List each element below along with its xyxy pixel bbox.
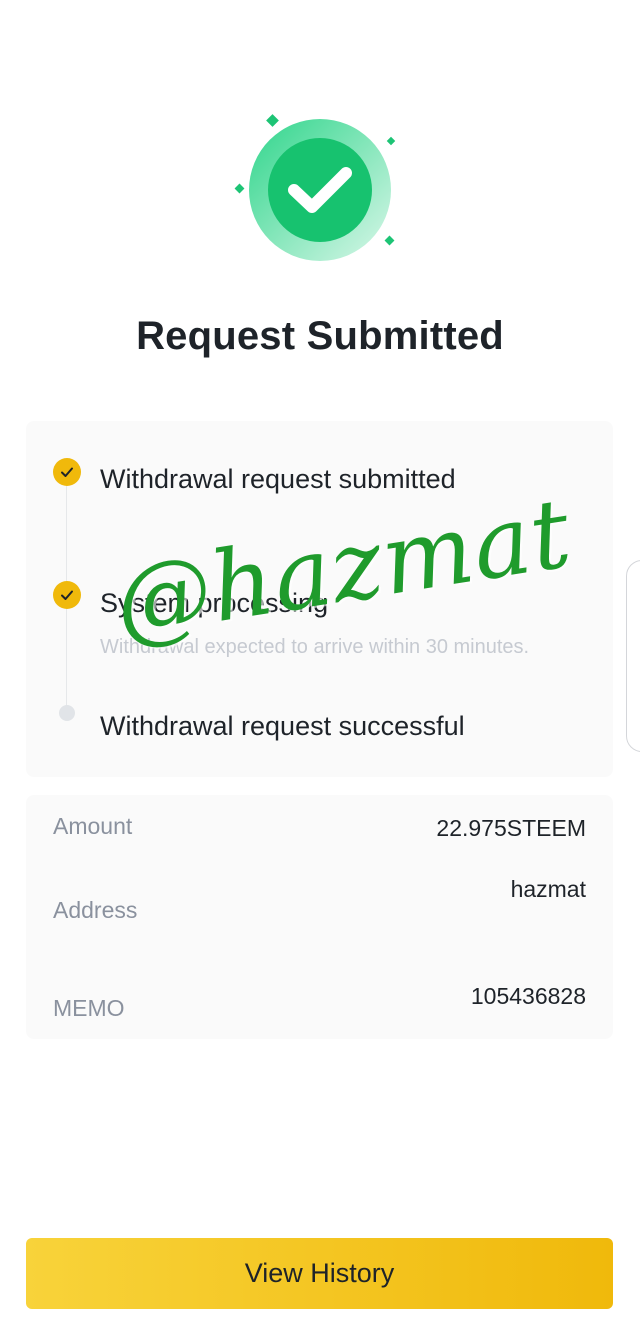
- floating-edge-handle[interactable]: [626, 560, 640, 752]
- withdrawal-details-card: Amount 22.975STEEM Address hazmat MEMO 1…: [26, 795, 613, 1039]
- amount-label: Amount: [53, 813, 133, 839]
- memo-label: MEMO: [53, 995, 125, 1021]
- withdrawal-progress-card: Withdrawal request submitted System proc…: [26, 421, 613, 777]
- page-title: Request Submitted: [136, 314, 504, 358]
- step-label-processing: System processing: [100, 588, 329, 618]
- step-done-check-icon: [53, 581, 81, 609]
- step-label-submitted: Withdrawal request submitted: [100, 464, 456, 494]
- success-check-icon: [230, 110, 410, 270]
- address-label: Address: [53, 897, 138, 923]
- view-history-button[interactable]: View History: [26, 1238, 613, 1309]
- memo-value: 105436828: [470, 983, 586, 1009]
- step-done-check-icon: [53, 458, 81, 486]
- step-subtext-eta: Withdrawal expected to arrive within 30 …: [100, 636, 530, 658]
- step-pending-dot-icon: [59, 705, 75, 721]
- address-value: hazmat: [510, 876, 586, 902]
- amount-value: 22.975STEEM: [436, 815, 586, 841]
- step-label-successful: Withdrawal request successful: [100, 711, 465, 741]
